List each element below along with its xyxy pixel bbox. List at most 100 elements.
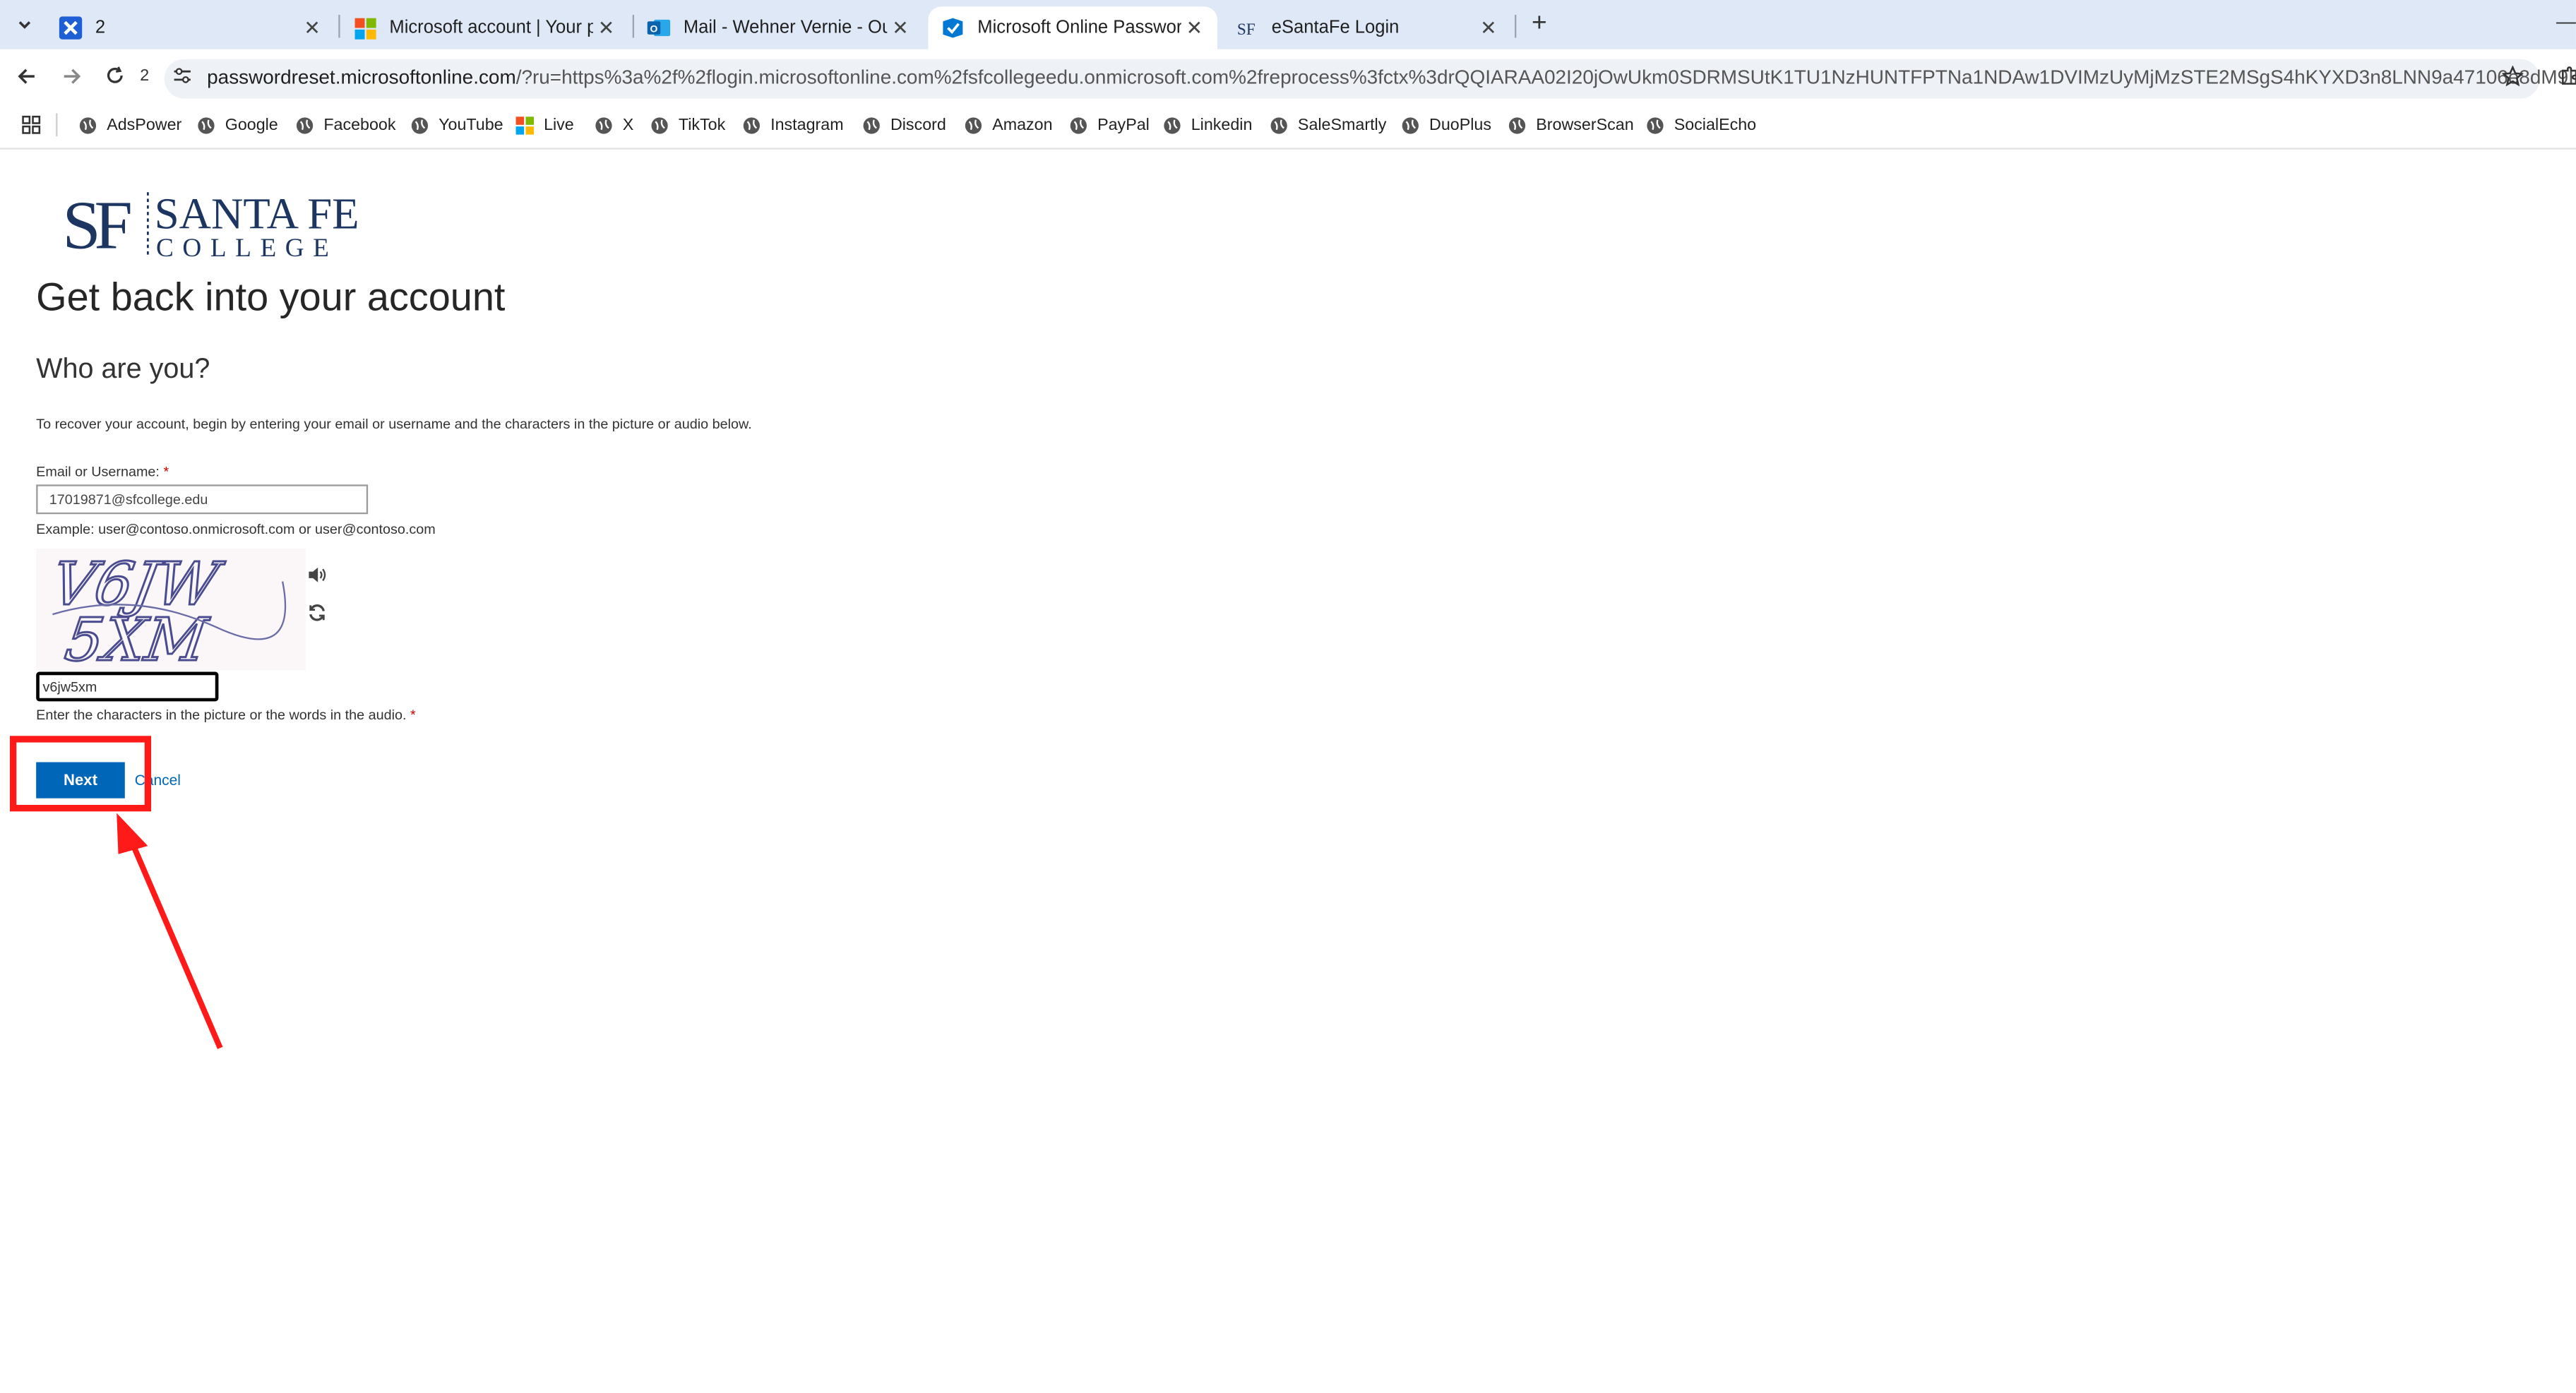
email-label: Email or Username: * [36, 463, 169, 479]
annotation-highlight-box [9, 736, 152, 812]
bookmark-linkedin[interactable]: Linkedin [1163, 114, 1252, 137]
close-icon[interactable]: ✕ [593, 15, 619, 41]
close-icon[interactable]: ✕ [299, 15, 325, 41]
captcha-hint: Enter the characters in the picture or t… [36, 706, 416, 722]
tab-password-reset[interactable]: Microsoft Online Password Reset ✕ [928, 6, 1217, 49]
bookmark-label: PayPal [1097, 116, 1150, 134]
logo-mark: SF [62, 187, 130, 261]
browser-window: 2 ✕ Microsoft account | Your profile ✕ O… [0, 0, 2576, 1393]
bookmark-adspower[interactable]: AdsPower [79, 114, 182, 137]
email-input[interactable] [36, 484, 369, 515]
bookmark-x[interactable]: X [595, 114, 633, 137]
reload-count: 2 [140, 66, 150, 85]
extensions-button[interactable] [2556, 62, 2576, 88]
bookmark-label: AdsPower [107, 116, 182, 134]
reload-button[interactable] [102, 62, 128, 88]
microsoft-logo-icon [353, 16, 376, 40]
site-info-button[interactable] [169, 62, 196, 88]
tab-title: Mail - Wehner Vernie - Outlook [683, 18, 887, 38]
bookmark-amazon[interactable]: Amazon [965, 114, 1053, 137]
bookmark-label: Discord [890, 116, 946, 134]
tune-icon [174, 68, 191, 83]
bookmark-label: DuoPlus [1429, 116, 1492, 134]
bookmark-label: Instagram [770, 116, 844, 134]
refresh-captcha-button[interactable] [306, 601, 329, 624]
bookmark-label: SocialEcho [1674, 116, 1757, 134]
bookmark-star-button[interactable] [2499, 62, 2525, 88]
tab-2[interactable]: 2 ✕ [46, 6, 335, 49]
globe-icon [863, 116, 880, 133]
forward-button[interactable] [57, 62, 83, 88]
globe-icon [1270, 116, 1287, 133]
microsoft-logo-icon [515, 116, 535, 134]
bookmark-live[interactable]: Live [515, 114, 574, 137]
bookmark-youtube[interactable]: YouTube [411, 114, 503, 137]
bookmark-instagram[interactable]: Instagram [743, 114, 844, 137]
tab-esantafe-login[interactable]: SF eSantaFe Login ✕ [1222, 6, 1511, 49]
captcha-line2: 5XM [61, 606, 213, 671]
annotation-arrow [117, 813, 223, 1049]
new-tab-button[interactable]: + [1525, 10, 1554, 40]
bookmark-label: Google [225, 116, 278, 134]
globe-icon [1647, 116, 1664, 133]
outlook-icon: O [647, 16, 671, 40]
svg-text:O: O [650, 23, 658, 34]
bookmark-label: Live [544, 116, 574, 134]
tab-title: 2 [95, 18, 106, 38]
globe-icon [1164, 116, 1181, 133]
refresh-icon [309, 604, 325, 621]
bookmark-paypal[interactable]: PayPal [1070, 114, 1150, 137]
globe-icon [1402, 116, 1419, 133]
santa-fe-college-logo: SF SANTA FE COLLEGE [62, 186, 359, 270]
captcha-image: V6JW 5XM [36, 549, 306, 676]
logo-line2: COLLEGE [156, 234, 338, 261]
globe-icon [1508, 116, 1526, 133]
bookmark-duoplus[interactable]: DuoPlus [1402, 114, 1492, 137]
tab-title: eSantaFe Login [1271, 18, 1400, 38]
bookmark-discord[interactable]: Discord [862, 114, 946, 137]
grid-icon [22, 115, 41, 134]
bookmark-label: TikTok [678, 116, 726, 134]
arrow-left-icon [17, 68, 34, 83]
chevron-down-icon [18, 21, 31, 29]
bookmark-tiktok[interactable]: TikTok [650, 114, 725, 137]
url-text[interactable]: passwordreset.microsoftonline.com/?ru=ht… [207, 66, 2576, 89]
globe-icon [1070, 116, 1087, 133]
apps-button[interactable] [18, 112, 44, 138]
bookmark-salesmartly[interactable]: SaleSmartly [1270, 114, 1386, 137]
tab-title: Microsoft account | Your profile [389, 18, 592, 38]
logo-line1: SANTA FE [155, 189, 358, 238]
tab-outlook-mail[interactable]: O Mail - Wehner Vernie - Outlook ✕ [634, 6, 923, 49]
reload-icon [107, 66, 123, 83]
tab-title: Microsoft Online Password Reset [977, 18, 1181, 38]
email-example-text: Example: user@contoso.onmicrosoft.com or… [36, 520, 436, 537]
bookmark-label: SaleSmartly [1297, 116, 1387, 134]
close-icon[interactable]: ✕ [1475, 15, 1501, 41]
close-icon[interactable]: ✕ [887, 15, 913, 41]
globe-icon [965, 116, 982, 133]
section-heading: Who are you? [36, 353, 210, 385]
url-path: /?ru=https%3a%2f%2flogin.microsoftonline… [515, 66, 2576, 89]
bookmark-label: Facebook [323, 116, 396, 134]
globe-icon [198, 116, 215, 133]
globe-icon [651, 116, 668, 133]
url-host: passwordreset.microsoftonline.com [207, 66, 516, 89]
required-marker: * [163, 463, 169, 480]
tab-microsoft-account[interactable]: Microsoft account | Your profile ✕ [340, 6, 629, 49]
back-button[interactable] [13, 62, 40, 88]
globe-icon [296, 116, 314, 133]
bookmark-facebook[interactable]: Facebook [296, 114, 396, 137]
close-icon[interactable]: ✕ [1181, 15, 1208, 41]
bookmark-socialecho[interactable]: SocialEcho [1646, 114, 1756, 137]
bookmark-browserscan[interactable]: BrowserScan [1508, 114, 1634, 137]
captcha-input[interactable] [36, 671, 219, 702]
bookmark-label: Amazon [992, 116, 1053, 134]
minimize-button[interactable]: — [2556, 10, 2576, 33]
bookmark-google[interactable]: Google [197, 114, 278, 137]
email-label-text: Email or Username: [36, 463, 160, 480]
audio-captcha-button[interactable] [306, 563, 329, 587]
instructions-text: To recover your account, begin by enteri… [36, 415, 752, 432]
arrow-right-icon [63, 68, 80, 83]
bookmark-label: Linkedin [1191, 116, 1253, 134]
tab-search-button[interactable] [10, 10, 40, 40]
